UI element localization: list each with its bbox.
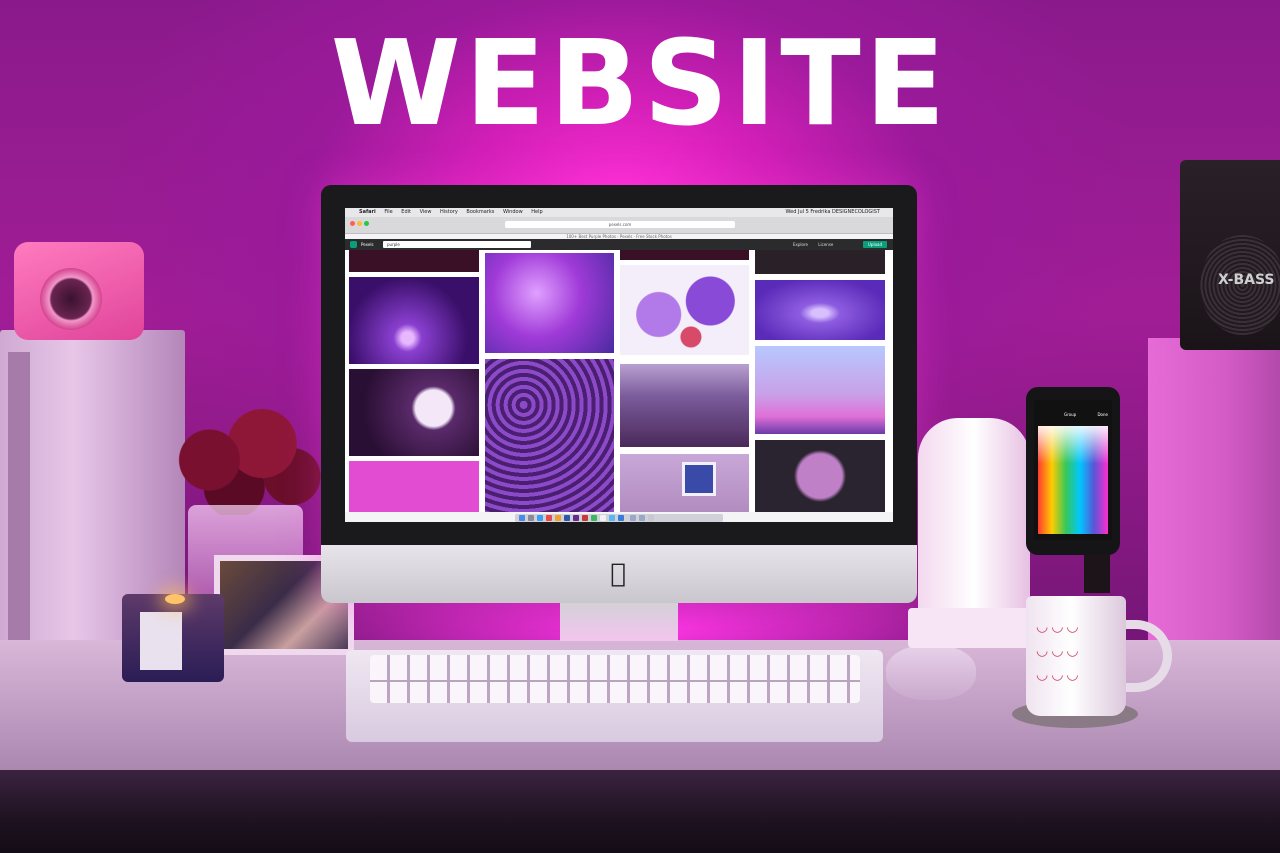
search-input[interactable]: purple [383,241,531,248]
menu-history[interactable]: History [440,209,458,215]
phone-done-button[interactable]: Done [1097,410,1108,420]
gallery-tile[interactable] [349,277,479,364]
apple-logo-icon:  [605,560,631,588]
nav-license[interactable]: License [818,242,833,247]
gallery-tile[interactable] [755,440,885,512]
camera-lens-icon [40,268,102,330]
app-icon[interactable] [618,515,624,521]
red-roses [160,405,325,515]
gallery-tile[interactable] [349,369,479,456]
safari-icon[interactable] [537,515,543,521]
candle-flame-icon [165,594,185,604]
close-window-icon[interactable] [350,221,355,226]
app-icon[interactable] [546,515,552,521]
speaker-brand-label: X-BASS [1218,272,1275,288]
imac-screen: Safari File Edit View History Bookmarks … [345,208,893,522]
gallery-tile[interactable] [349,250,479,272]
launchpad-icon[interactable] [528,515,534,521]
address-bar[interactable]: pexels.com [505,221,735,228]
menu-file[interactable]: File [384,209,392,215]
photoshop-icon[interactable] [564,515,570,521]
site-name[interactable]: Pexels [361,239,374,250]
app-icon[interactable] [582,515,588,521]
folder-icon[interactable] [630,515,636,521]
statue-base [908,608,1038,648]
window-frame [682,462,716,496]
keyboard-row-gap [370,680,860,682]
gallery-tile[interactable] [485,359,614,512]
gallery-tile[interactable] [620,250,749,260]
mac-menubar: Safari File Edit View History Bookmarks … [345,208,893,217]
zoom-window-icon[interactable] [364,221,369,226]
menu-edit[interactable]: Edit [401,209,411,215]
website-headline: WEBSITE [330,14,950,152]
phone-header-title: Group [1064,412,1077,417]
right-shelf [1148,338,1280,683]
gallery-tile[interactable] [620,364,749,447]
menu-bookmarks[interactable]: Bookmarks [466,209,494,215]
nav-explore[interactable]: Explore [793,242,808,247]
pexels-logo-icon[interactable] [350,241,357,248]
messages-icon[interactable] [591,515,597,521]
gallery-tile[interactable] [755,250,885,274]
gallery-tile[interactable] [755,280,885,340]
cabinet-door [8,352,30,672]
site-nav: Explore License [793,239,842,250]
imac-stand [560,603,678,641]
minimize-window-icon[interactable] [357,221,362,226]
phone-screen: Group Done [1034,400,1112,540]
photo-gallery [345,250,893,512]
gallery-tile[interactable] [620,265,749,355]
menubar-status: Wed Jul 5 Fredrika DESIGNECOLOGIST [785,209,880,215]
candle-label [140,612,182,670]
menu-view[interactable]: View [420,209,432,215]
mouse [886,645,976,700]
folder-icon[interactable] [639,515,645,521]
gallery-tile[interactable] [485,253,614,353]
app-icon[interactable] [600,515,606,521]
trash-icon[interactable] [648,515,654,521]
app-icon[interactable] [609,515,615,521]
desk-front-edge [0,770,1280,853]
menu-window[interactable]: Window [503,209,523,215]
color-picker[interactable] [1038,426,1108,534]
menu-app-name[interactable]: Safari [359,209,376,215]
browser-toolbar: pexels.com [345,217,893,234]
gallery-tile[interactable] [349,461,479,512]
menu-help[interactable]: Help [531,209,542,215]
keyboard-keys [370,655,860,703]
thumbs-up-statue [918,418,1030,618]
mac-dock [515,514,723,522]
site-header: Pexels purple Explore License Upload [345,239,893,250]
phone-header: Group Done [1034,410,1112,420]
app-icon[interactable] [555,515,561,521]
gallery-tile[interactable] [755,346,885,434]
finder-icon[interactable] [519,515,525,521]
mug-pattern-icon: ◡◡◡ ◡◡◡ ◡◡◡ [1036,619,1082,683]
desk-scene: WEBSITE X-BASS  Safari File Edit View H… [0,0,1280,853]
gallery-tile[interactable] [620,454,749,512]
app-icon[interactable] [573,515,579,521]
upload-button[interactable]: Upload [863,241,887,248]
